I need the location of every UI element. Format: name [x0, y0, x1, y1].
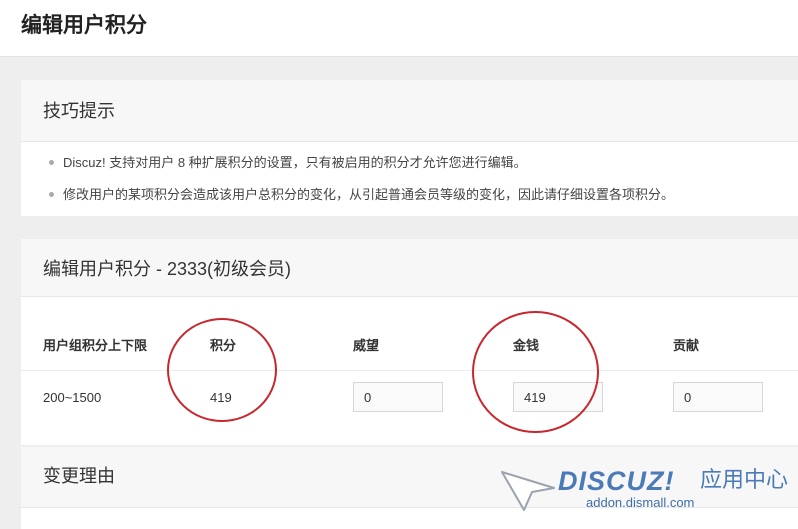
- page-title: 编辑用户积分: [21, 14, 147, 37]
- edit-credits-title: 编辑用户积分 - 2333(初级会员): [43, 259, 292, 279]
- credit-range-value: 200~1500: [43, 390, 102, 405]
- tip-item: 修改用户的某项积分会造成该用户总积分的变化，从引起普通会员等级的变化，因此请仔细…: [49, 186, 674, 203]
- highlight-circle-credits: [167, 318, 277, 422]
- tips-list: Discuz! 支持对用户 8 种扩展积分的设置，只有被启用的积分才允许您进行编…: [49, 154, 674, 218]
- highlight-circle-money: [472, 311, 599, 433]
- tip-item: Discuz! 支持对用户 8 种扩展积分的设置，只有被启用的积分才允许您进行编…: [49, 154, 674, 171]
- edit-credits-header: 编辑用户积分 - 2333(初级会员): [21, 239, 798, 297]
- watermark-url: addon.dismall.com: [586, 495, 695, 510]
- tips-panel: 技巧提示 Discuz! 支持对用户 8 种扩展积分的设置，只有被启用的积分才允…: [21, 80, 798, 216]
- tips-title: 技巧提示: [43, 101, 115, 121]
- contribution-input[interactable]: [673, 382, 763, 412]
- column-header-contribution: 贡献: [673, 338, 700, 353]
- tips-header: 技巧提示: [21, 80, 798, 142]
- cursor-arrow-icon: [501, 471, 555, 511]
- prestige-input[interactable]: [353, 382, 443, 412]
- watermark-cn: 应用中心: [700, 468, 789, 493]
- table-divider: [21, 370, 798, 371]
- watermark: DISCUZ! 应用中心 addon.dismall.com: [500, 462, 790, 516]
- top-bar: 编辑用户积分: [0, 0, 798, 57]
- watermark-logo: DISCUZ!: [558, 466, 675, 496]
- change-reason-title: 变更理由: [43, 466, 115, 486]
- column-header-range: 用户组积分上下限: [43, 338, 148, 353]
- column-header-prestige: 威望: [353, 338, 380, 353]
